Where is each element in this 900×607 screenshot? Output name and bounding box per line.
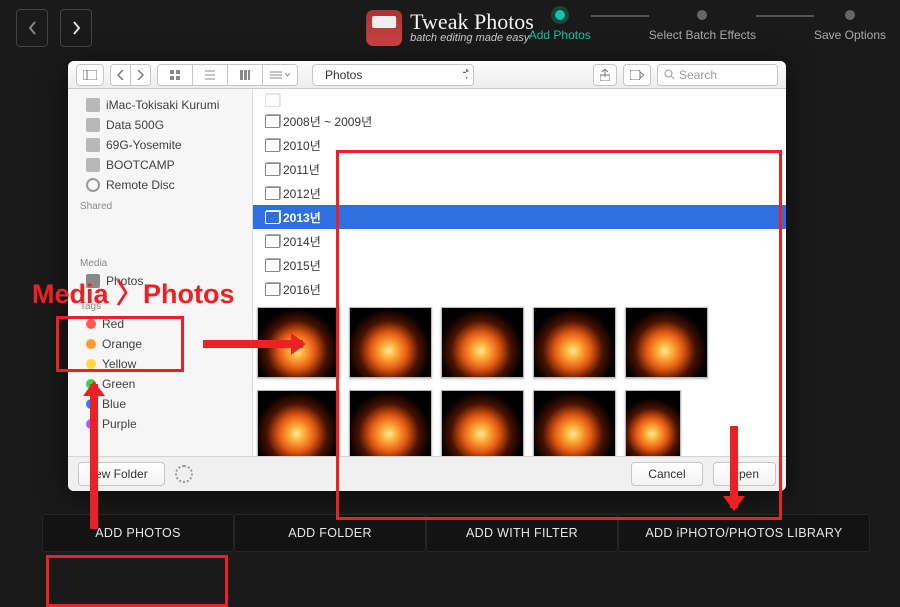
sidebar-item-device[interactable]: BOOTCAMP	[68, 155, 252, 175]
sidebar-header-tags: Tags	[80, 301, 240, 312]
open-dialog: Photos Search iMac-Tokisaki Kurumi Data …	[68, 61, 786, 491]
list-item-year[interactable]: 2012년	[253, 181, 786, 205]
photo-thumbnail[interactable]	[257, 307, 340, 378]
photo-thumbnail[interactable]	[625, 390, 681, 456]
tag-color-icon	[86, 359, 96, 369]
sidebar-tag-item[interactable]: Red	[68, 314, 252, 334]
view-columns-button[interactable]	[227, 64, 262, 86]
step-label: Add Photos	[529, 28, 591, 42]
sidebar-header-media: Media	[80, 258, 240, 269]
sidebar-tag-item[interactable]: Orange	[68, 334, 252, 354]
app-logo-icon	[366, 10, 402, 46]
list-item-year[interactable]: 2013년	[253, 205, 786, 229]
history-back-button[interactable]	[110, 64, 130, 86]
step-dot-icon	[845, 10, 855, 20]
step-save-options[interactable]: Save Options	[814, 10, 886, 42]
sidebar-toggle-button[interactable]	[76, 64, 104, 86]
sidebar-tag-item[interactable]: Yellow	[68, 354, 252, 374]
chevron-down-icon	[285, 73, 290, 77]
tag-color-icon	[86, 339, 96, 349]
sidebar-item-device[interactable]: Data 500G	[68, 115, 252, 135]
app-brand: Tweak Photos batch editing made easy	[366, 10, 534, 46]
photo-grid	[253, 301, 786, 456]
share-button[interactable]	[593, 64, 617, 86]
dialog-toolbar: Photos Search	[68, 61, 786, 89]
tag-color-icon	[86, 319, 96, 329]
dialog-sidebar: iMac-Tokisaki Kurumi Data 500G 69G-Yosem…	[68, 89, 253, 456]
photo-thumbnail[interactable]	[349, 390, 432, 456]
photo-thumbnail[interactable]	[349, 307, 432, 378]
photo-thumbnail[interactable]	[441, 307, 524, 378]
step-label: Save Options	[814, 28, 886, 42]
step-select-effects[interactable]: Select Batch Effects	[649, 10, 756, 42]
list-item-year[interactable]: 2014년	[253, 229, 786, 253]
photo-thumbnail[interactable]	[533, 307, 616, 378]
back-button[interactable]	[16, 9, 48, 47]
disc-icon	[86, 178, 100, 192]
list-item[interactable]	[253, 90, 786, 109]
hdd-icon	[86, 118, 100, 132]
tag-color-icon	[86, 399, 96, 409]
year-column-list: 2008년 ~ 2009년2010년2011년2012년2013년2014년20…	[253, 89, 786, 301]
location-dropdown[interactable]: Photos	[312, 64, 474, 86]
sidebar-tag-item[interactable]: Blue	[68, 394, 252, 414]
hdd-icon	[86, 138, 100, 152]
forward-button[interactable]	[60, 9, 92, 47]
step-dot-icon	[697, 10, 707, 20]
app-title: Tweak Photos	[410, 12, 534, 33]
tag-color-icon	[86, 419, 96, 429]
sidebar-tag-item[interactable]: Purple	[68, 414, 252, 434]
add-library-button[interactable]: ADD iPHOTO/PHOTOS LIBRARY	[618, 514, 870, 552]
search-placeholder: Search	[679, 68, 717, 82]
sidebar-item-device[interactable]: Remote Disc	[68, 175, 252, 195]
view-mode-segment	[157, 64, 298, 86]
add-with-filter-button[interactable]: ADD WITH FILTER	[426, 514, 618, 552]
photo-thumbnail[interactable]	[625, 307, 708, 378]
view-coverflow-button[interactable]	[262, 64, 298, 86]
sidebar-item-photos[interactable]: Photos	[68, 271, 252, 291]
nav-segment	[110, 64, 151, 86]
imac-icon	[86, 98, 100, 112]
photo-thumbnail[interactable]	[533, 390, 616, 456]
camera-icon	[86, 274, 100, 288]
history-forward-button[interactable]	[130, 64, 151, 86]
view-icons-button[interactable]	[157, 64, 192, 86]
photo-thumbnail[interactable]	[441, 390, 524, 456]
loading-spinner-icon	[175, 465, 193, 483]
sidebar-tag-item[interactable]: Green	[68, 374, 252, 394]
location-label: Photos	[325, 68, 362, 82]
step-connector	[756, 15, 814, 17]
annotation-box-addphotos	[46, 555, 228, 607]
app-topbar: Tweak Photos batch editing made easy Add…	[0, 0, 900, 56]
search-icon	[664, 69, 675, 80]
dialog-footer: ew Folder Cancel Open	[68, 456, 786, 491]
sidebar-header-shared: Shared	[80, 201, 240, 212]
step-connector	[591, 15, 649, 17]
action-bar: ADD PHOTOS ADD FOLDER ADD WITH FILTER AD…	[0, 514, 900, 552]
hdd-icon	[86, 158, 100, 172]
list-item-year[interactable]: 2010년	[253, 133, 786, 157]
list-item-year[interactable]: 2016년	[253, 277, 786, 301]
view-list-button[interactable]	[192, 64, 227, 86]
step-label: Select Batch Effects	[649, 28, 756, 42]
search-field[interactable]: Search	[657, 64, 778, 86]
list-item-year[interactable]: 2008년 ~ 2009년	[253, 109, 786, 133]
sidebar-item-device[interactable]: 69G-Yosemite	[68, 135, 252, 155]
app-subtitle: batch editing made easy	[410, 32, 534, 44]
step-add-photos[interactable]: Add Photos	[529, 10, 591, 42]
add-folder-button[interactable]: ADD FOLDER	[234, 514, 426, 552]
tag-color-icon	[86, 379, 96, 389]
step-dot-icon	[555, 10, 565, 20]
photo-thumbnail[interactable]	[257, 390, 340, 456]
add-photos-button[interactable]: ADD PHOTOS	[42, 514, 234, 552]
cancel-button[interactable]: Cancel	[631, 462, 702, 486]
dialog-content: 2008년 ~ 2009년2010년2011년2012년2013년2014년20…	[253, 89, 786, 456]
sidebar-item-device[interactable]: iMac-Tokisaki Kurumi	[68, 95, 252, 115]
new-folder-button[interactable]: ew Folder	[78, 462, 165, 486]
open-button[interactable]: Open	[713, 462, 776, 486]
wizard-steps: Add Photos Select Batch Effects Save Opt…	[529, 10, 886, 42]
list-item-year[interactable]: 2015년	[253, 253, 786, 277]
list-item-year[interactable]: 2011년	[253, 157, 786, 181]
tags-button[interactable]	[623, 64, 651, 86]
